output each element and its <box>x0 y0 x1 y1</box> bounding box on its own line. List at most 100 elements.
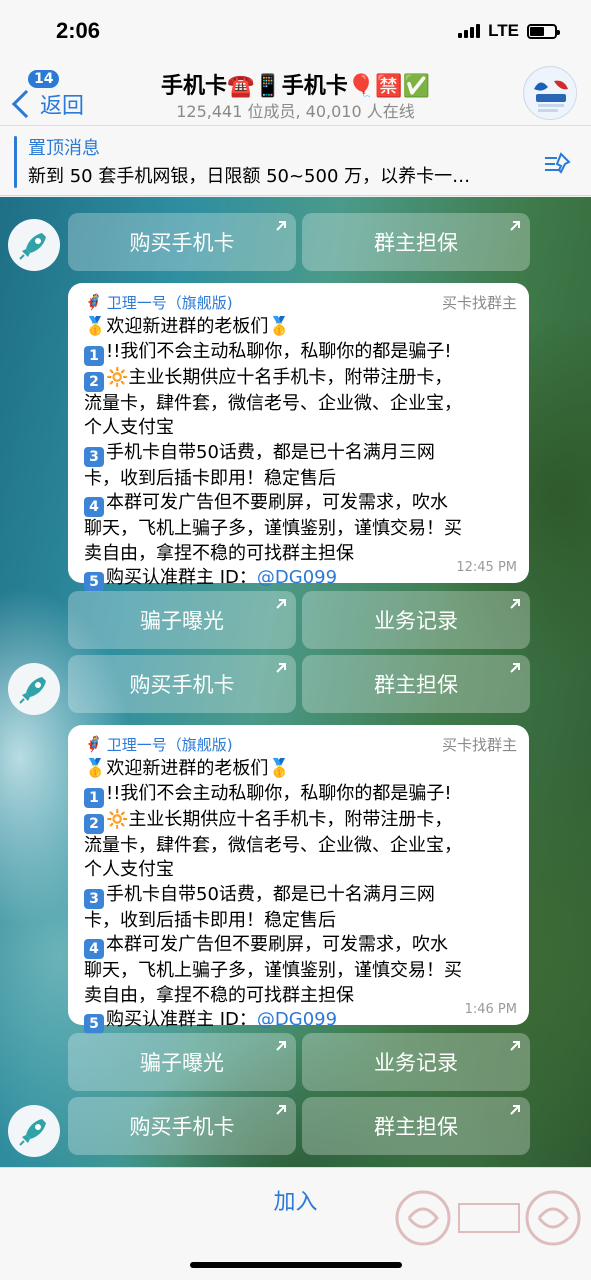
rocket-icon <box>19 1119 46 1146</box>
status-indicators: LTE <box>458 21 560 41</box>
msg-line: !!我们不会主动私聊你，私聊你的都是骗子! <box>106 340 452 362</box>
business-record-button[interactable]: 业务记录 <box>302 1033 530 1091</box>
signal-icon <box>458 24 481 38</box>
external-link-icon <box>510 221 520 231</box>
buy-card-label: 购买手机卡 <box>129 1115 235 1139</box>
mention-link[interactable]: @DG099 <box>257 1009 337 1030</box>
external-link-icon <box>276 1105 286 1115</box>
scam-expose-button[interactable]: 骗子曝光 <box>68 1033 296 1091</box>
medal-icon: 🥇 <box>84 316 107 337</box>
sun-icon: 🔆 <box>106 366 129 388</box>
msg-line: 主业长期供应十名手机卡，附带注册卡， <box>128 366 453 388</box>
message-time: 12:45 PM <box>456 560 517 575</box>
business-record-button[interactable]: 业务记录 <box>302 591 530 649</box>
msg-line: 流量卡，肆件套，微信老号、企业微、企业宝， <box>84 834 462 856</box>
external-link-icon <box>510 1041 520 1051</box>
chat-footer: 加入 <box>0 1167 591 1280</box>
network-type: LTE <box>488 21 519 40</box>
inline-keyboard-row: 骗子曝光 业务记录 <box>68 1033 530 1091</box>
msg-line: 卡，收到后插卡即用！稳定售后 <box>84 467 336 489</box>
medal-icon: 🥇 <box>84 758 107 779</box>
buy-card-label: 购买手机卡 <box>129 673 235 697</box>
battery-icon <box>527 23 560 39</box>
buy-card-button[interactable]: 购买手机卡 <box>68 1097 296 1155</box>
member-count: 125,441 位成员, 40,010 人在线 <box>176 102 415 121</box>
msg-line: 聊天，飞机上骗子多，谨慎鉴别，谨慎交易！买 <box>84 518 462 539</box>
scam-expose-button[interactable]: 骗子曝光 <box>68 591 296 649</box>
bot-avatar[interactable] <box>8 663 60 715</box>
message-bubble[interactable]: 🦸 卫理一号（旗舰版) 买卡找群主 🥇欢迎新进群的老板们🥇 1 !!我们不会主动私… <box>68 725 529 1034</box>
owner-guarantee-label: 群主担保 <box>374 673 458 697</box>
hero-emoji-icon: 🦸 <box>84 293 103 311</box>
sender-name[interactable]: 🦸 卫理一号（旗舰版) <box>84 292 233 313</box>
chat-area[interactable]: 购买手机卡 群主担保 🦸 卫理一号（旗舰版) 买卡找群主 🥇欢迎新进群的老板们🥇… <box>0 197 591 1167</box>
number-1-icon: 1 <box>84 345 104 366</box>
sender-label: 卫理一号（旗舰版) <box>106 293 233 312</box>
pinned-title: 置顶消息 <box>28 138 100 159</box>
sender-role: 买卡找群主 <box>441 735 517 754</box>
number-4-icon: 4 <box>84 497 104 517</box>
message-time: 1:46 PM <box>464 1002 517 1017</box>
msg-line: 卡，收到后插卡即用！稳定售后 <box>84 909 336 931</box>
buy-card-button[interactable]: 购买手机卡 <box>68 655 296 713</box>
carrier-logo-icon <box>525 68 576 119</box>
chat-header: 14 返回 手机卡☎️📱手机卡🎈🈲✅ 125,441 位成员, 40,010 人… <box>0 62 591 126</box>
pinned-text: 新到 50 套手机网银，日限额 50~500 万，以养卡一… <box>28 166 471 187</box>
bot-avatar[interactable] <box>8 1105 60 1157</box>
status-time: 2:06 <box>56 18 101 43</box>
status-bar: 2:06 LTE <box>0 0 591 62</box>
group-avatar[interactable] <box>523 66 577 120</box>
external-link-icon <box>276 599 286 609</box>
msg-line: 手机卡自带50话费，都是已十名满月三网 <box>106 883 435 905</box>
msg-line: 个人支付宝 <box>84 417 174 438</box>
pin-list-icon[interactable] <box>541 148 573 180</box>
sender-role: 买卡找群主 <box>441 293 517 312</box>
owner-guarantee-button[interactable]: 群主担保 <box>302 655 530 713</box>
inline-keyboard-row: 骗子曝光 业务记录 <box>68 591 530 649</box>
inline-keyboard-row: 购买手机卡 群主担保 <box>68 655 530 713</box>
sun-icon: 🔆 <box>106 808 129 830</box>
welcome-text: 欢迎新进群的老板们 <box>106 316 269 337</box>
msg-line: 个人支付宝 <box>84 859 174 880</box>
inline-keyboard-row: 购买手机卡 群主担保 <box>68 213 530 271</box>
msg-line: 本群可发广告但不要刷屏，可发需求，吹水 <box>106 934 448 955</box>
number-4-icon: 4 <box>84 939 104 959</box>
external-link-icon <box>276 1041 286 1051</box>
rocket-icon <box>19 677 46 704</box>
msg-line: 聊天，飞机上骗子多，谨慎鉴别，谨慎交易！买 <box>84 960 462 981</box>
msg-line: 卖自由，拿捏不稳的可找群主担保 <box>84 542 354 564</box>
external-link-icon <box>510 1105 520 1115</box>
rocket-icon <box>19 233 46 260</box>
welcome-text: 欢迎新进群的老板们 <box>106 758 269 779</box>
business-record-label: 业务记录 <box>374 609 458 633</box>
external-link-icon <box>276 663 286 673</box>
mention-link[interactable]: @DG099 <box>257 567 337 588</box>
msg-line: !!我们不会主动私聊你，私聊你的都是骗子! <box>106 782 452 804</box>
owner-guarantee-label: 群主担保 <box>374 1115 458 1139</box>
buy-card-button[interactable]: 购买手机卡 <box>68 213 296 271</box>
message-text: 🥇欢迎新进群的老板们🥇 1 !!我们不会主动私聊你，私聊你的都是骗子! 2 🔆主业长… <box>84 757 517 1034</box>
sender-label: 卫理一号（旗舰版) <box>106 735 233 754</box>
number-5-icon: 5 <box>84 1014 104 1034</box>
external-link-icon <box>276 221 286 231</box>
sender-name[interactable]: 🦸 卫理一号（旗舰版) <box>84 734 233 755</box>
msg-line: 卖自由，拿捏不稳的可找群主担保 <box>84 984 354 1006</box>
scam-expose-label: 骗子曝光 <box>140 609 224 633</box>
external-link-icon <box>510 663 520 673</box>
pin-indicator <box>14 136 17 188</box>
watermark-logo-icon <box>395 1190 581 1246</box>
home-indicator <box>190 1262 402 1268</box>
number-2-icon: 2 <box>84 813 104 834</box>
message-bubble[interactable]: 🦸 卫理一号（旗舰版) 买卡找群主 🥇欢迎新进群的老板们🥇 1 !!我们不会主动私… <box>68 283 529 592</box>
pinned-message[interactable]: 置顶消息 新到 50 套手机网银，日限额 50~500 万，以养卡一… <box>0 126 591 196</box>
inline-keyboard-row: 购买手机卡 群主担保 <box>68 1097 530 1155</box>
owner-guarantee-button[interactable]: 群主担保 <box>302 213 530 271</box>
msg-line: 手机卡自带50话费，都是已十名满月三网 <box>106 441 435 463</box>
chat-title[interactable]: 手机卡☎️📱手机卡🎈🈲✅ <box>0 68 591 100</box>
number-2-icon: 2 <box>84 371 104 392</box>
number-1-icon: 1 <box>84 787 104 808</box>
bot-avatar[interactable] <box>8 219 60 271</box>
medal-icon: 🥇 <box>268 758 291 779</box>
message-text: 🥇欢迎新进群的老板们🥇 1 !!我们不会主动私聊你，私聊你的都是骗子! 2 🔆主业长… <box>84 315 517 592</box>
owner-guarantee-button[interactable]: 群主担保 <box>302 1097 530 1155</box>
